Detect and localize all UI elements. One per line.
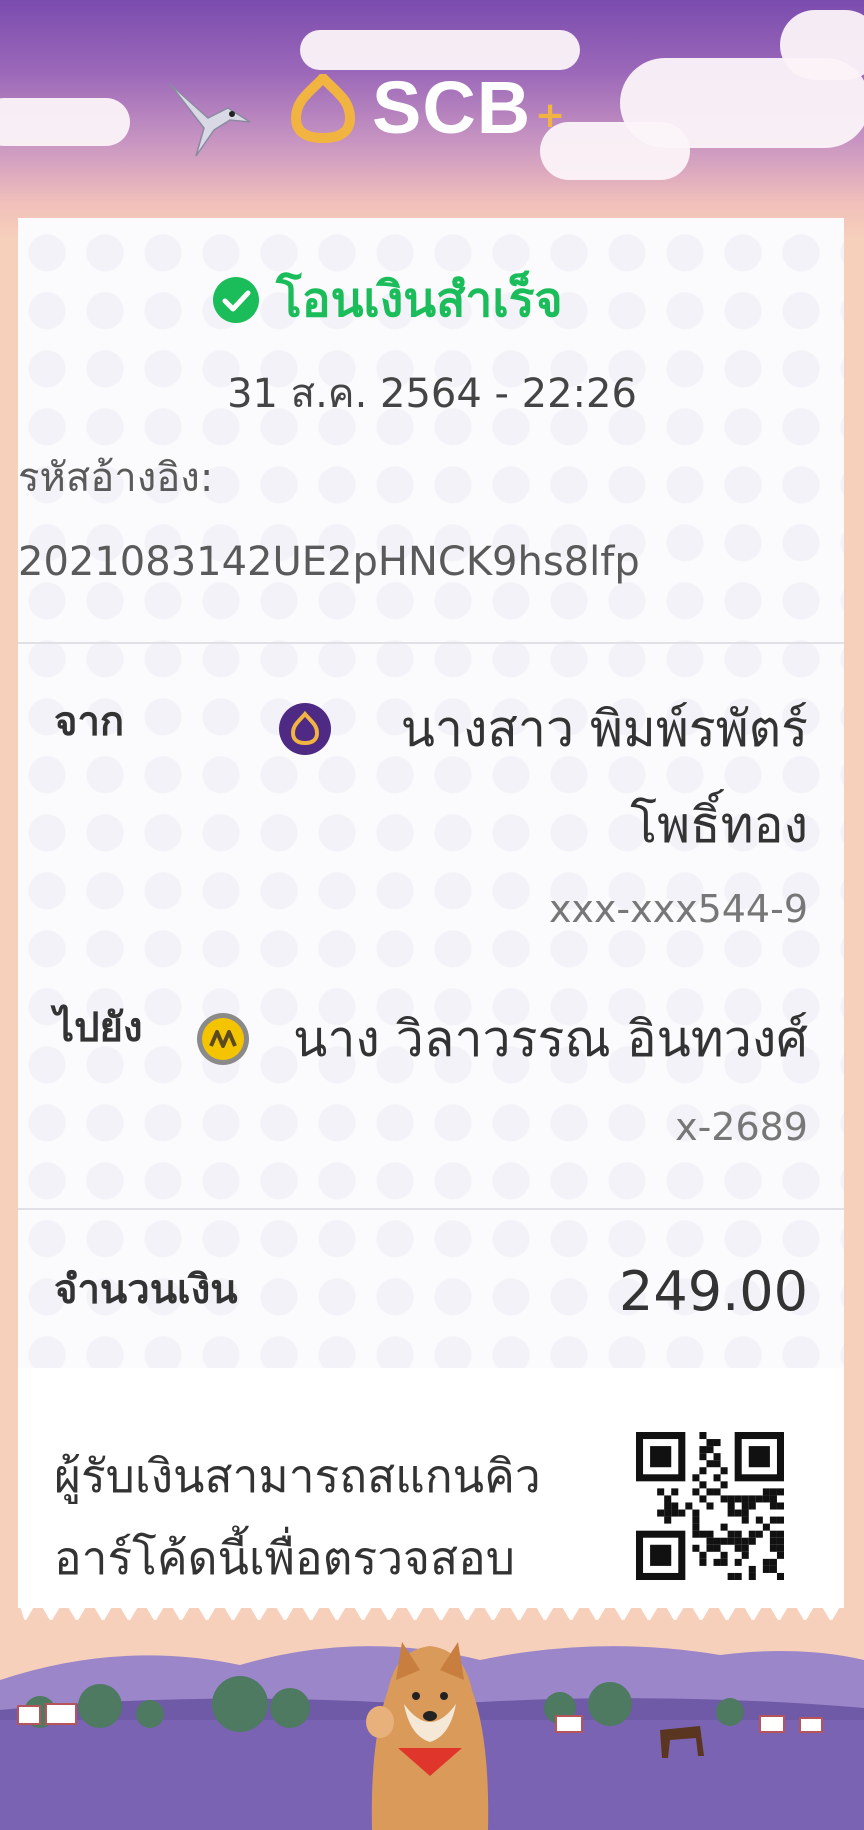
sender-name: นางสาว พิมพ์รพัตร์ xyxy=(400,700,808,758)
status-text: โอนเงินสำเร็จ xyxy=(276,272,563,328)
check-circle-icon xyxy=(213,277,259,323)
bird-icon xyxy=(169,83,251,157)
recipient-account: x-2689 xyxy=(675,1105,808,1149)
transfer-status: โอนเงินสำเร็จ xyxy=(212,270,563,330)
sender-account: xxx-xxx544-9 xyxy=(548,887,808,931)
recipient-name: นาง วิลาวรรณ อินทวงศ์ xyxy=(293,1010,808,1068)
reference-value: 2021083142UE2pHNCK9hs8lfp xyxy=(18,539,640,585)
scb-logo: SCB + xyxy=(290,68,570,148)
sender-name-line2: โพธิ์ทอง xyxy=(630,796,808,854)
qr-code-icon[interactable] xyxy=(636,1432,784,1580)
from-label: จาก xyxy=(54,699,125,745)
scb-logo-icon xyxy=(291,74,355,143)
krungsri-bank-icon xyxy=(197,1013,249,1065)
logo-plus: + xyxy=(535,95,566,136)
cloud xyxy=(780,10,864,80)
amount-label: จำนวนเงิน xyxy=(54,1267,238,1313)
cloud xyxy=(0,98,130,146)
amount-value: 249.00 xyxy=(619,1260,808,1323)
qr-instruction-line2: อาร์โค้ดนี้เพื่อตรวจสอบ xyxy=(54,1531,515,1585)
transaction-datetime: 31 ส.ค. 2564 - 22:26 xyxy=(227,371,637,417)
cloud xyxy=(300,30,580,70)
logo-text: SCB xyxy=(372,66,532,149)
to-label: ไปยัง xyxy=(54,1005,143,1051)
divider xyxy=(18,1208,844,1210)
scb-bank-icon xyxy=(279,703,331,755)
qr-instruction-line1: ผู้รับเงินสามารถสแกนคิว xyxy=(54,1449,541,1503)
divider xyxy=(18,642,844,644)
qr-instruction: ผู้รับเงินสามารถสแกนคิว อาร์โค้ดนี้เพื่อ… xyxy=(54,1435,574,1599)
reference-label: รหัสอ้างอิง: xyxy=(18,455,214,501)
lavender-field-with-shiba-dog-illustration xyxy=(0,1620,864,1830)
